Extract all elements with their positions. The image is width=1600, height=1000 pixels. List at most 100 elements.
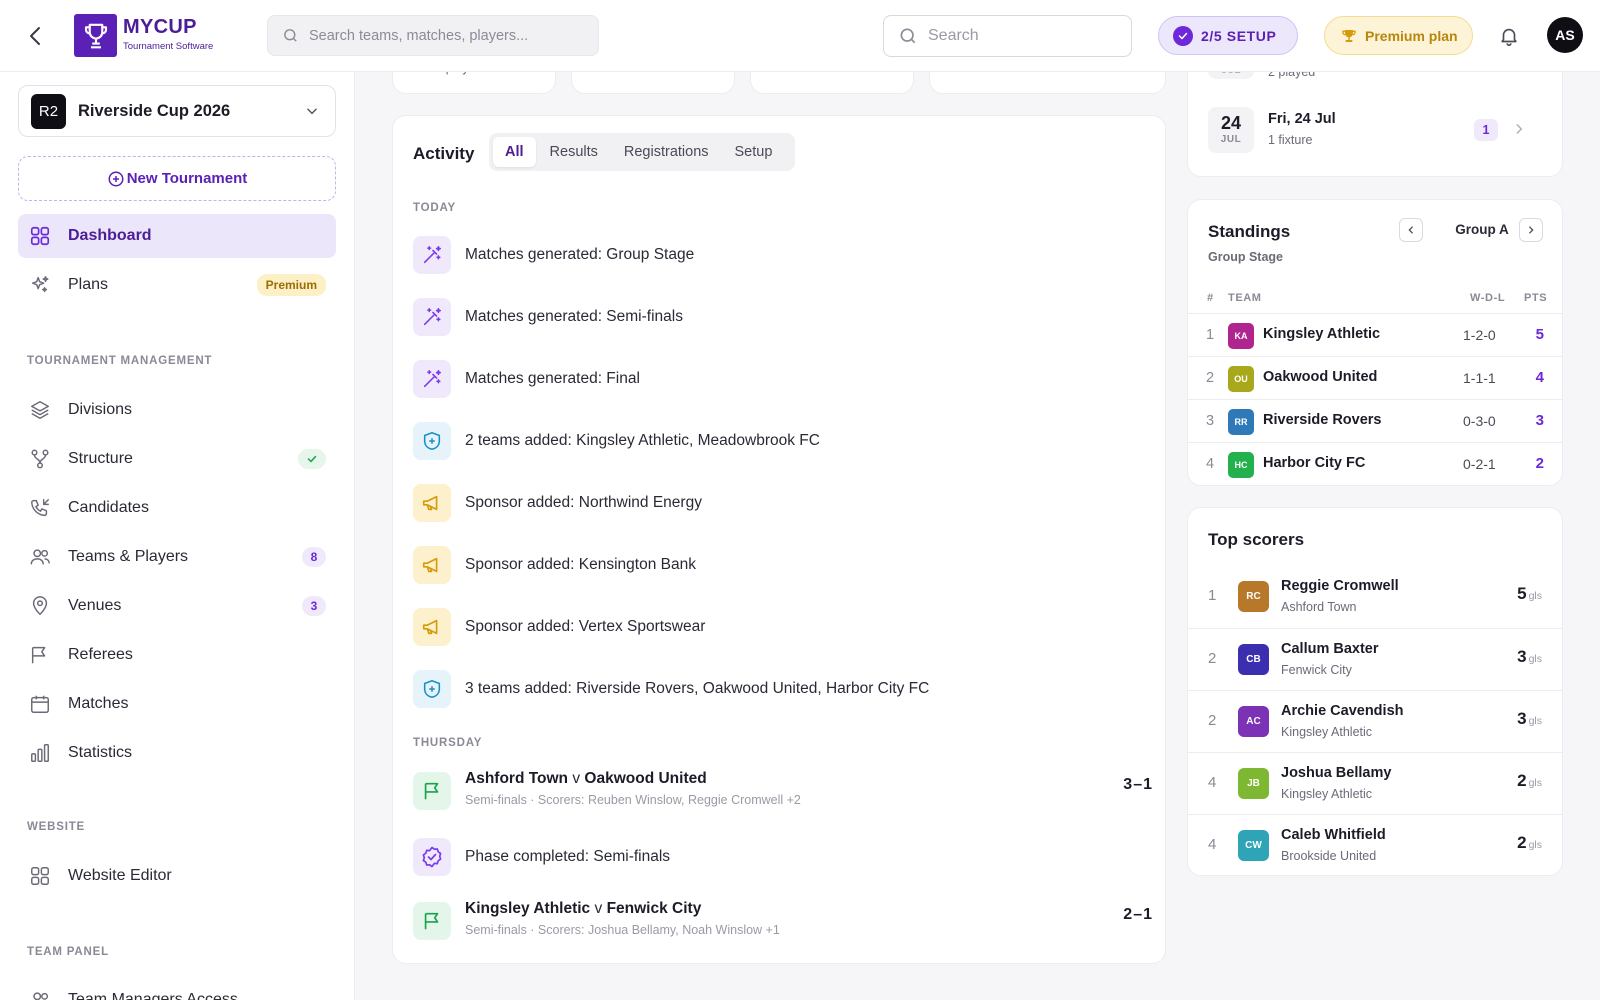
sidebar-item-teams-players[interactable]: Teams & Players 8 (18, 535, 336, 579)
fixture-count-badge: 1 (1474, 119, 1498, 141)
megaphone-icon (413, 484, 451, 522)
activity-item[interactable]: Matches generated: Final (413, 360, 1153, 398)
scorer-row[interactable]: 2 CB Callum Baxter Fenwick City 3 gls (1188, 628, 1562, 690)
new-tournament-button[interactable]: New Tournament (18, 156, 336, 201)
player-name: Archie Cavendish (1281, 703, 1404, 719)
standings-row[interactable]: 1 KA Kingsley Athletic 1-2-0 5 (1188, 313, 1562, 356)
tab-registrations[interactable]: Registrations (612, 137, 721, 167)
team-wdl: 1-1-1 (1463, 370, 1496, 386)
sidebar-item-dashboard[interactable]: Dashboard (18, 214, 336, 258)
day-heading-thursday: THURSDAY (413, 737, 483, 749)
scorer-row[interactable]: 4 JB Joshua Bellamy Kingsley Athletic 2g… (1188, 752, 1562, 814)
activity-text: Sponsor added: Vertex Sportswear (465, 618, 706, 635)
sidebar-item-plans[interactable]: Plans Premium (18, 263, 336, 307)
premium-plan-button[interactable]: Premium plan (1324, 16, 1473, 55)
activity-item[interactable]: Phase completed: Semi-finals (413, 838, 1153, 876)
player-goals: 3 gls (1517, 709, 1542, 729)
activity-item[interactable]: Matches generated: Semi-finals (413, 298, 1153, 336)
trophy-logo-icon[interactable] (74, 14, 117, 57)
setup-progress-button[interactable]: 2/5 SETUP (1158, 16, 1298, 55)
flag-icon (413, 902, 451, 940)
player-team: Ashford Town (1281, 600, 1357, 614)
activity-text: 2 teams added: Kingsley Athletic, Meadow… (465, 432, 820, 449)
scorer-row[interactable]: 1 RC Reggie Cromwell Ashford Town 5 gls (1188, 566, 1562, 628)
col-header-pos: # (1207, 292, 1214, 304)
scorer-row[interactable]: 2 AC Archie Cavendish Kingsley Athletic … (1188, 690, 1562, 752)
fixture-row[interactable]: 24 JUL Fri, 24 Jul 1 fixture 1 (1208, 107, 1540, 153)
sidebar-item-referees[interactable]: Referees (18, 633, 336, 677)
branch-icon (28, 447, 52, 471)
sidebar-item-label: Matches (68, 695, 129, 712)
activity-item[interactable]: Sponsor added: Northwind Energy (413, 484, 1153, 522)
activity-title: Activity (413, 144, 475, 163)
standings-row[interactable]: 4 HC Harbor City FC 0-2-1 2 (1188, 442, 1562, 485)
sidebar-item-statistics[interactable]: Statistics (18, 731, 336, 775)
tab-setup[interactable]: Setup (723, 137, 785, 167)
activity-text: Phase completed: Semi-finals (465, 848, 671, 865)
team-points: 2 (1535, 455, 1544, 472)
scorer-row[interactable]: 4 CW Caleb Whitfield Brookside United 2g… (1188, 814, 1562, 875)
match-subtitle: Semi-finals · Scorers: Joshua Bellamy, N… (465, 923, 780, 937)
match-result-item[interactable]: Ashford Town v Oakwood United Semi-final… (413, 768, 1153, 812)
sidebar-item-label: Candidates (68, 499, 149, 516)
search-icon (284, 29, 297, 42)
sidebar-item-candidates[interactable]: Candidates (18, 486, 336, 530)
player-goals: 5 gls (1517, 584, 1542, 604)
team-badge: RR (1228, 409, 1254, 435)
sidebar-item-team-managers[interactable]: Team Managers Access (18, 978, 336, 1000)
search-placeholder: Search (928, 27, 979, 44)
sidebar-item-label: Structure (68, 450, 133, 467)
flag-icon (413, 772, 451, 810)
back-arrow-icon[interactable] (24, 24, 52, 48)
tab-all[interactable]: All (493, 137, 536, 167)
player-badge: AC (1238, 706, 1269, 737)
user-avatar[interactable]: AS (1547, 17, 1583, 53)
top-scorers-title: Top scorers (1208, 530, 1305, 549)
versus: v (594, 900, 603, 917)
match-score: 3–1 (1123, 776, 1153, 793)
player-badge: JB (1238, 768, 1269, 799)
sidebar-item-structure[interactable]: Structure (18, 437, 336, 481)
tournament-selector[interactable]: R2 Riverside Cup 2026 (18, 85, 336, 137)
search-input[interactable]: Search (883, 15, 1132, 57)
brand-subtitle: Tournament Software (123, 41, 214, 52)
sidebar-item-venues[interactable]: Venues 3 (18, 584, 336, 628)
match-result-item[interactable]: Kingsley Athletic v Fenwick City Semi-fi… (413, 898, 1153, 942)
sidebar-item-website-editor[interactable]: Website Editor (18, 854, 336, 898)
fixture-month: JUL (1220, 134, 1242, 145)
col-header-wdl: W-D-L (1470, 292, 1506, 304)
wand-icon (413, 360, 451, 398)
activity-item[interactable]: 3 teams added: Riverside Rovers, Oakwood… (413, 670, 1153, 708)
setup-label: 2/5 SETUP (1201, 27, 1277, 44)
chevron-right-icon (1512, 122, 1526, 136)
player-name: Caleb Whitfield (1281, 827, 1386, 843)
match-title: Ashford Town v Oakwood United (465, 770, 707, 788)
activity-item[interactable]: Sponsor added: Kensington Bank (413, 546, 1153, 584)
row-position: 2 (1208, 650, 1217, 667)
row-position: 2 (1206, 370, 1215, 386)
activity-item[interactable]: 2 teams added: Kingsley Athletic, Meadow… (413, 422, 1153, 460)
section-team-panel: TEAM PANEL (27, 946, 109, 958)
sidebar-item-divisions[interactable]: Divisions (18, 388, 336, 432)
player-badge: CB (1238, 644, 1269, 675)
team-badge: KA (1228, 323, 1254, 349)
tab-results[interactable]: Results (538, 137, 610, 167)
chevron-left-icon[interactable] (1399, 218, 1423, 242)
bell-icon[interactable] (1498, 25, 1520, 47)
standings-row[interactable]: 3 RR Riverside Rovers 0-3-0 3 (1188, 399, 1562, 442)
standings-title: Standings (1208, 222, 1291, 241)
sidebar-item-label: Statistics (68, 744, 133, 761)
player-name: Callum Baxter (1281, 641, 1379, 657)
global-search-input[interactable]: Search teams, matches, players... (267, 15, 599, 56)
standings-row[interactable]: 2 OU Oakwood United 1-1-1 4 (1188, 356, 1562, 399)
player-goals: 3 gls (1517, 647, 1542, 667)
chevron-right-icon[interactable] (1519, 218, 1543, 242)
activity-item[interactable]: Sponsor added: Vertex Sportswear (413, 608, 1153, 646)
activity-item[interactable]: Matches generated: Group Stage (413, 236, 1153, 274)
sidebar-item-label: Plans (68, 276, 109, 293)
activity-card: Activity All Results Registrations Setup… (392, 115, 1166, 964)
sidebar-item-label: Team Managers Access (68, 991, 238, 1000)
fixture-sub: 1 fixture (1268, 133, 1313, 147)
sidebar-item-matches[interactable]: Matches (18, 682, 336, 726)
badge-check-icon (413, 838, 451, 876)
